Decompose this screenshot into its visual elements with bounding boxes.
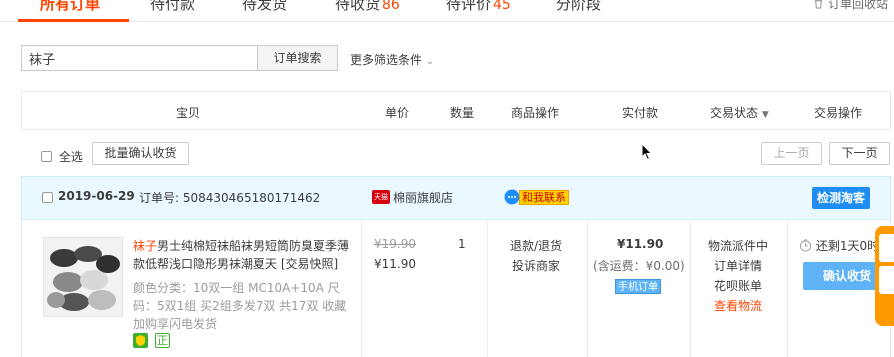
paid-amount: ¥11.90: [617, 237, 664, 251]
original-price: ¥19.90: [374, 237, 416, 251]
tab-count: 45: [493, 0, 511, 13]
complain-seller-link[interactable]: 投诉商家: [512, 257, 560, 274]
unit-price: ¥11.90: [374, 257, 416, 271]
more-filters-toggle[interactable]: 更多筛选条件 ⌄: [350, 51, 434, 68]
header-item: 宝贝: [176, 106, 201, 120]
order-table-header: 宝贝 单价 数量 商品操作 实付款 交易状态 ▼ 交易操作: [21, 91, 891, 130]
order-details-link[interactable]: 订单详情: [714, 257, 762, 274]
recycle-bin-link[interactable]: 订单回收站: [813, 0, 888, 12]
product-thumbnail[interactable]: [43, 237, 123, 317]
guarantee-icon: [133, 333, 148, 348]
caret-down-icon: ▼: [761, 110, 769, 120]
column-divider: [487, 220, 488, 357]
side-panel-item[interactable]: [879, 234, 894, 262]
tab-label: 所有订单: [40, 0, 101, 13]
active-tab-underline: [18, 19, 129, 22]
more-filters-label: 更多筛选条件: [350, 53, 423, 67]
header-item-ops: 商品操作: [511, 106, 560, 120]
shipping-fee: (含运费：¥0.00): [593, 259, 685, 273]
socks-image: [44, 238, 122, 316]
column-divider: [587, 220, 588, 357]
tmall-icon: 天猫: [372, 190, 390, 204]
header-trade-status[interactable]: 交易状态 ▼: [710, 104, 769, 121]
order-search-input[interactable]: [21, 45, 258, 71]
tab-count: 86: [382, 0, 400, 13]
order-number: 订单号: 508430465180171462: [139, 189, 320, 206]
countdown-text: 还剩1天0时: [815, 239, 880, 253]
tab-pending-review[interactable]: 待评价 45: [446, 0, 511, 14]
order-number-label: 订单号:: [139, 191, 183, 205]
column-divider: [361, 220, 362, 357]
tab-pending-receipt[interactable]: 待收货 86: [335, 0, 400, 14]
tab-pending-shipment[interactable]: 待发货: [242, 0, 287, 14]
check-taoke-button[interactable]: 检测淘客: [812, 187, 870, 209]
batch-confirm-button[interactable]: 批量确认收货: [92, 142, 189, 165]
floating-side-panel[interactable]: [875, 226, 894, 326]
title-highlight: 袜子: [133, 239, 158, 253]
tab-all-orders[interactable]: 所有订单: [40, 0, 100, 14]
huabei-bill-link[interactable]: 花呗账单: [714, 277, 762, 294]
select-all-label: 全选: [58, 150, 83, 164]
chevron-down-icon: ⌄: [425, 56, 435, 67]
contact-seller-label: 和我联系: [519, 190, 569, 205]
authentic-badge: 正: [155, 333, 170, 348]
order-date: 2019-06-29: [58, 189, 135, 203]
chat-bubble-icon: [504, 189, 520, 205]
shop-name-link[interactable]: 棉丽旗舰店: [393, 189, 453, 206]
order-number-value: 508430465180171462: [182, 191, 321, 205]
tab-label: 待付款: [150, 0, 196, 13]
order-tabs: 所有订单 待付款 待发货 待收货 86 待评价 45 分阶段 订单回收站: [0, 0, 894, 22]
next-page-button[interactable]: 下一页: [829, 142, 890, 165]
tab-label: 分阶段: [556, 0, 602, 13]
tab-label: 待评价: [446, 0, 492, 13]
select-all[interactable]: 全选: [41, 148, 83, 165]
column-divider: [690, 220, 691, 357]
column-divider: [787, 220, 788, 357]
header-paid: 实付款: [622, 106, 659, 120]
countdown: 还剩1天0时: [799, 237, 879, 254]
select-all-checkbox[interactable]: [41, 151, 52, 162]
header-trade-ops: 交易操作: [814, 106, 863, 120]
product-title-link[interactable]: 袜子男士纯棉短袜船袜男短筒防臭夏季薄款低帮浅口隐形男袜潮夏天 [交易快照]: [133, 237, 353, 273]
view-logistics-link[interactable]: 查看物流: [714, 297, 762, 314]
recycle-label: 订单回收站: [827, 0, 888, 11]
tab-label: 待收货: [335, 0, 381, 13]
side-panel-item[interactable]: [879, 266, 894, 294]
order-item-row: 袜子男士纯棉短袜船袜男短筒防臭夏季薄款低帮浅口隐形男袜潮夏天 [交易快照] 颜色…: [21, 220, 891, 357]
contact-seller-button[interactable]: 和我联系: [504, 189, 569, 205]
clock-icon: [799, 239, 812, 252]
order-search-button[interactable]: 订单搜索: [257, 45, 338, 71]
refund-return-link[interactable]: 退款/退货: [510, 237, 562, 254]
item-quantity: 1: [458, 237, 466, 251]
tab-pending-payment[interactable]: 待付款: [150, 0, 195, 14]
title-text: 男士纯棉短袜船袜男短筒防臭夏季薄款低帮浅口隐形男袜潮夏天 [交易快照]: [133, 239, 350, 271]
mobile-order-tag: 手机订单: [615, 279, 661, 294]
product-spec: 颜色分类：10双一组 MC10A+10A 尺码：5双1组 买2组多发7双 共17…: [133, 281, 347, 331]
status-text: 物流派件中: [708, 239, 769, 253]
order-checkbox[interactable]: [42, 192, 53, 203]
order-header: 2019-06-29 订单号: 508430465180171462 天猫 棉丽…: [21, 176, 891, 220]
header-unit-price: 单价: [385, 106, 410, 120]
header-quantity: 数量: [450, 106, 475, 120]
tab-label: 待发货: [242, 0, 288, 13]
prev-page-button[interactable]: 上一页: [761, 142, 822, 165]
tab-staged[interactable]: 分阶段: [556, 0, 601, 14]
trash-icon: [814, 0, 823, 9]
mouse-cursor-icon: [641, 143, 653, 161]
trade-status-label: 交易状态: [710, 106, 759, 120]
